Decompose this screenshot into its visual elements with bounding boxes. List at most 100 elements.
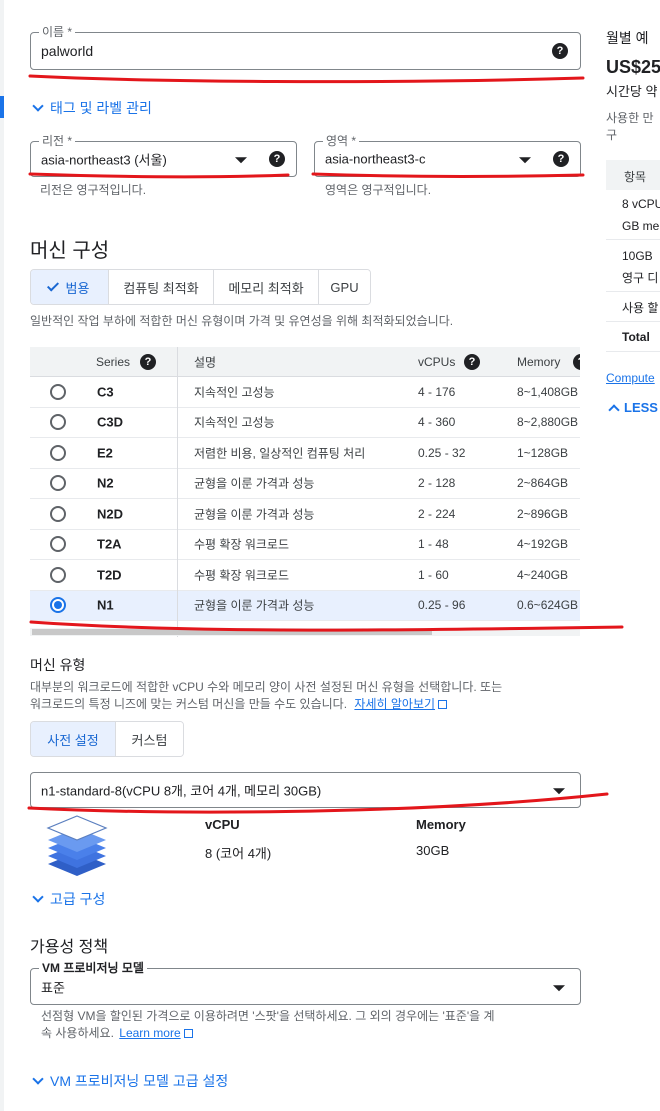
series-desc: 균형을 이룬 가격과 성능 — [194, 476, 315, 491]
col-vcpus: vCPUs — [418, 354, 456, 369]
estimate-row-2b: 영구 디 — [622, 271, 659, 285]
machine-type-desc-2: 워크로드의 특정 니즈에 맞는 커스텀 머신을 만들 수도 있습니다. 자세히 … — [30, 696, 448, 713]
tab-memory-optimized-label: 메모리 최적화 — [228, 280, 304, 296]
help-icon[interactable]: ? — [140, 353, 156, 370]
series-table: Series ? 설명 vCPUs ? Memory ? C3 지속적인 고성능… — [30, 347, 580, 637]
provisioning-advanced-link[interactable]: VM 프로비저닝 모델 고급 설정 — [32, 1071, 228, 1091]
series-desc: 지속적인 고성능 — [194, 385, 275, 400]
series-desc: 균형을 이룬 가격과 성능 — [194, 598, 315, 613]
tab-compute-optimized[interactable]: 컴퓨팅 최적화 — [108, 270, 213, 304]
table-row[interactable]: E2 저렴한 비용, 일상적인 컴퓨팅 처리 0.25 - 32 1~128GB — [30, 438, 580, 469]
help-icon[interactable]: ? — [552, 43, 568, 59]
zone-value: asia-northeast3-c — [325, 151, 426, 167]
estimate-price: US$25 — [606, 57, 660, 77]
tab-general-purpose[interactable]: 범용 — [31, 270, 108, 304]
series-radio[interactable] — [50, 444, 66, 461]
tab-custom[interactable]: 커스텀 — [115, 722, 183, 756]
chevron-down-icon — [32, 100, 44, 112]
series-desc: 수평 확장 워크로드 — [194, 568, 289, 583]
series-vcpus: 4 - 176 — [418, 384, 456, 399]
series-memory: 4~240GB — [517, 567, 569, 582]
tab-preset-label: 사전 설정 — [47, 732, 99, 748]
region-value: asia-northeast3 (서울) — [41, 152, 167, 168]
series-desc: 수평 확장 워크로드 — [194, 537, 289, 552]
series-memory: 1~128GB — [517, 445, 569, 460]
learn-more-link[interactable]: Learn more — [119, 1026, 180, 1040]
series-name: C3 — [97, 384, 114, 400]
tab-memory-optimized[interactable]: 메모리 최적화 — [213, 270, 318, 304]
column-divider — [177, 347, 178, 637]
series-radio-selected[interactable] — [50, 597, 66, 614]
zone-select[interactable]: 영역 * asia-northeast3-c ? — [314, 134, 581, 177]
zone-label: 영역 * — [323, 134, 360, 148]
series-radio[interactable] — [50, 383, 66, 400]
series-radio[interactable] — [50, 505, 66, 522]
learn-more-link[interactable]: 자세히 알아보기 — [354, 697, 435, 711]
machine-family-tabs: 범용 컴퓨팅 최적화 메모리 최적화 GPU — [30, 269, 371, 305]
table-row[interactable]: T2D 수평 확장 워크로드 1 - 60 4~240GB — [30, 560, 580, 591]
tab-general-purpose-label: 범용 — [65, 280, 90, 296]
dropdown-caret-icon — [553, 984, 565, 991]
table-row[interactable]: C3 지속적인 고성능 4 - 176 8~1,408GB — [30, 377, 580, 408]
less-text: LESS — [624, 400, 658, 415]
col-memory: Memory — [517, 354, 561, 369]
series-desc: 지속적인 고성능 — [194, 415, 275, 430]
tags-labels-text: 태그 및 라벨 관리 — [50, 100, 152, 116]
machine-type-select[interactable]: n1-standard-8(vCPU 8개, 코어 4개, 메모리 30GB) — [30, 772, 581, 808]
table-horizontal-scrollbar[interactable] — [30, 628, 580, 636]
region-label: 리전 * — [39, 134, 76, 148]
external-link-icon — [438, 700, 448, 709]
less-link[interactable]: LESS — [608, 400, 658, 416]
table-row[interactable]: N2D 균형을 이룬 가격과 성능 2 - 224 2~896GB — [30, 499, 580, 530]
estimate-hourly: 시간당 약 — [606, 84, 658, 99]
provisioning-desc-2-text: 속 사용하세요. — [41, 1026, 114, 1040]
series-vcpus: 4 - 360 — [418, 415, 456, 430]
advanced-config-text: 고급 구성 — [50, 891, 106, 907]
series-radio[interactable] — [50, 475, 66, 492]
machine-config-title: 머신 구성 — [30, 240, 110, 262]
series-memory: 2~864GB — [517, 476, 569, 491]
provisioning-model-value: 표준 — [41, 980, 65, 995]
provisioning-advanced-text: VM 프로비저닝 모델 고급 설정 — [50, 1073, 229, 1089]
provisioning-model-select[interactable]: VM 프로비저닝 모델 표준 — [30, 961, 581, 1005]
help-icon[interactable]: ? — [269, 151, 285, 167]
help-icon[interactable]: ? — [573, 353, 580, 370]
external-link-icon — [183, 1029, 193, 1038]
region-select[interactable]: 리전 * asia-northeast3 (서울) ? — [30, 134, 297, 177]
series-radio[interactable] — [50, 566, 66, 583]
help-icon[interactable]: ? — [553, 151, 569, 167]
chevron-down-icon — [32, 1073, 44, 1085]
scrollbar-thumb[interactable] — [32, 629, 432, 635]
series-memory: 0.6~624GB — [517, 598, 579, 613]
table-row-selected[interactable]: N1 균형을 이룬 가격과 성능 0.25 - 96 0.6~624GB — [30, 590, 580, 621]
tab-custom-label: 커스텀 — [131, 732, 168, 748]
compute-link[interactable]: Compute — [606, 371, 655, 385]
help-icon[interactable]: ? — [464, 353, 480, 370]
tab-preset[interactable]: 사전 설정 — [31, 722, 115, 756]
series-vcpus: 1 - 48 — [418, 537, 449, 552]
check-icon — [46, 278, 59, 292]
dropdown-caret-icon — [519, 157, 531, 164]
col-series: Series — [96, 354, 131, 369]
tags-labels-link[interactable]: 태그 및 라벨 관리 — [32, 98, 152, 118]
table-row[interactable]: C3D 지속적인 고성능 4 - 360 8~2,880GB — [30, 408, 580, 438]
table-row[interactable]: T2A 수평 확장 워크로드 1 - 48 4~192GB — [30, 530, 580, 560]
series-name: T2A — [97, 536, 122, 552]
series-radio[interactable] — [50, 414, 66, 431]
table-row[interactable]: N2 균형을 이룬 가격과 성능 2 - 128 2~864GB — [30, 469, 580, 499]
name-field[interactable]: 이름 * palworld ? — [30, 25, 581, 70]
estimate-table-header: 항목 — [606, 160, 660, 190]
estimate-row: 10GB 영구 디 — [606, 240, 660, 292]
series-memory: 2~896GB — [517, 506, 569, 521]
series-radio[interactable] — [50, 536, 66, 553]
tab-compute-optimized-label: 컴퓨팅 최적화 — [123, 280, 199, 296]
tab-gpu[interactable]: GPU — [318, 270, 370, 304]
chevron-down-icon — [32, 891, 44, 903]
layers-icon — [46, 815, 108, 876]
name-field-label: 이름 * — [39, 25, 76, 39]
advanced-config-link[interactable]: 고급 구성 — [32, 889, 105, 909]
series-desc: 균형을 이룬 가격과 성능 — [194, 507, 315, 522]
zone-hint: 영역은 영구적입니다. — [325, 183, 432, 197]
machine-type-desc-1: 대부분의 워크로드에 적합한 vCPU 수와 메모리 양이 사전 설정된 머신 … — [30, 680, 503, 694]
machine-type-title: 머신 유형 — [30, 657, 86, 673]
